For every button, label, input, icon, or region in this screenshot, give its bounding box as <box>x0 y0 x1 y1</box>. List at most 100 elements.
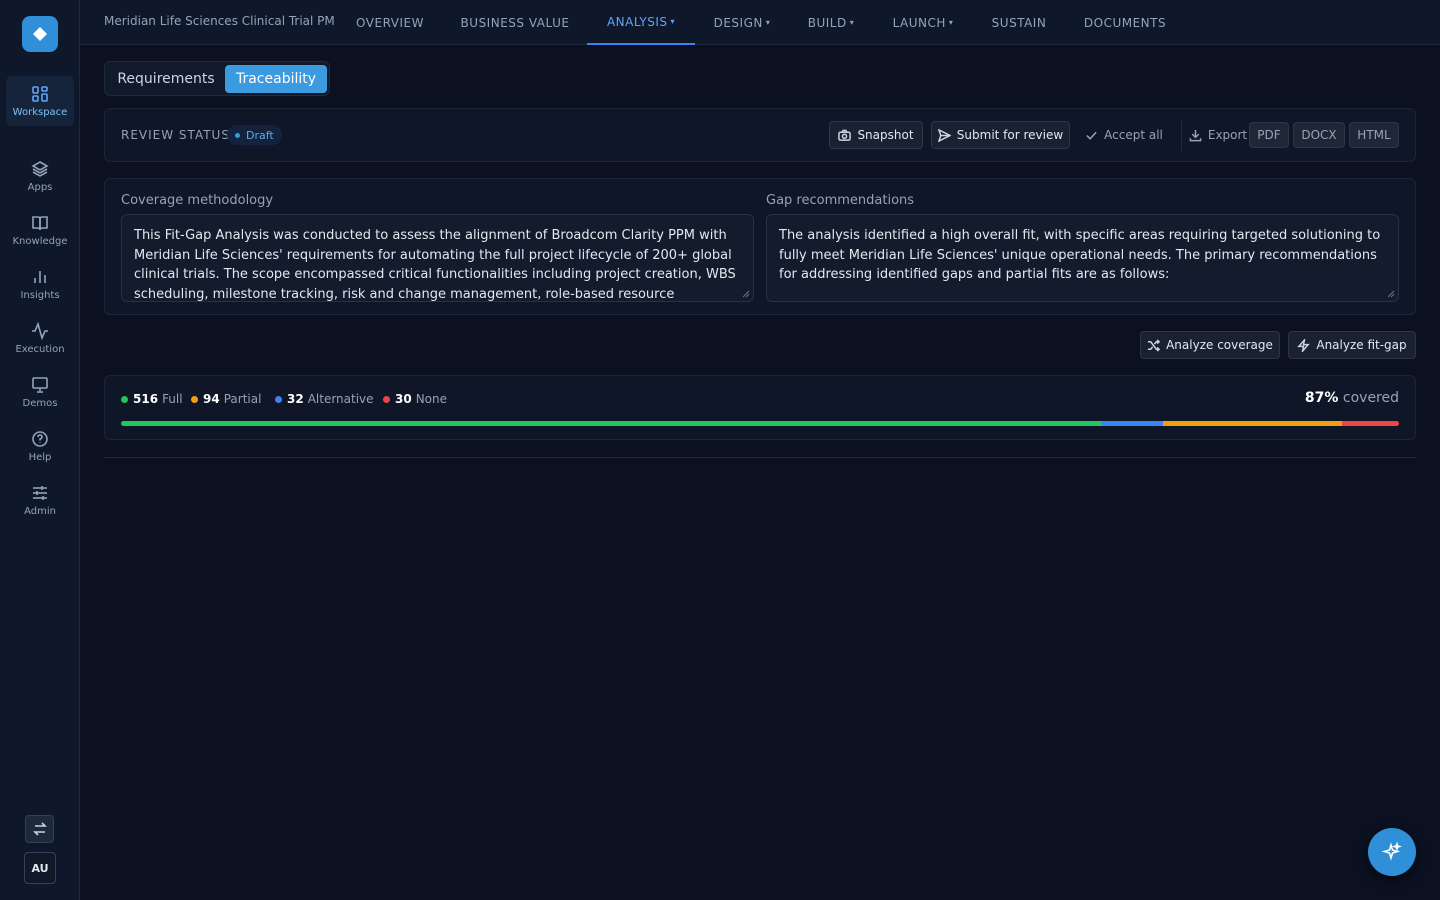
tab-sustain[interactable]: SUSTAIN <box>973 0 1065 45</box>
stat-partial: 94 Partial <box>191 392 261 406</box>
snapshot-button[interactable]: Snapshot <box>829 121 923 149</box>
recommendations-label: Gap recommendations <box>766 193 915 208</box>
export-button[interactable]: Export <box>1187 121 1249 149</box>
resize-handle-icon[interactable] <box>742 290 750 298</box>
tab-label: BUILD <box>807 15 847 30</box>
requirements-toggle[interactable]: Requirements <box>108 65 224 93</box>
presentation-icon <box>32 376 48 393</box>
export-docx-button[interactable]: DOCX <box>1293 122 1345 148</box>
accept-all-button[interactable]: Accept all <box>1079 121 1169 149</box>
send-icon <box>937 128 951 142</box>
stat-label: Full <box>162 392 183 406</box>
tab-label: BUSINESS VALUE <box>460 15 570 30</box>
check-icon <box>1086 131 1097 140</box>
stat-label: None <box>415 392 448 406</box>
section-divider <box>104 457 1416 458</box>
sidebar: Workspace Apps Knowledge Insights Execut… <box>0 0 80 900</box>
swap-arrows-icon <box>32 822 47 836</box>
review-status-label: REVIEW STATUS <box>121 128 230 142</box>
export-html-button[interactable]: HTML <box>1349 122 1399 148</box>
collapse-sidebar-button[interactable] <box>25 815 54 843</box>
traceability-toggle[interactable]: Traceability <box>225 65 327 93</box>
chevron-down-icon: ▾ <box>670 17 676 26</box>
export-pdf-button[interactable]: PDF <box>1249 122 1289 148</box>
methodology-text: This Fit-Gap Analysis was conducted to a… <box>134 228 736 302</box>
sidebar-item-help[interactable]: Help <box>6 421 74 471</box>
chevron-down-icon: ▾ <box>849 18 855 27</box>
sidebar-item-admin[interactable]: Admin <box>6 475 74 525</box>
tab-design[interactable]: DESIGN ▾ <box>695 0 789 45</box>
ai-assistant-button[interactable] <box>1368 828 1416 876</box>
recommendations-text: The analysis identified a high overall f… <box>779 228 1381 282</box>
stat-count: 516 <box>133 392 159 406</box>
sidebar-item-apps[interactable]: Apps <box>6 151 74 201</box>
sidebar-item-label: Insights <box>20 289 60 301</box>
tab-launch[interactable]: LAUNCH ▾ <box>873 0 973 45</box>
analyze-coverage-label: Analyze coverage <box>1166 338 1273 352</box>
submit-label: Submit for review <box>956 128 1064 142</box>
stat-label: Partial <box>223 392 262 406</box>
tab-business-value[interactable]: BUSINESS VALUE <box>443 0 587 45</box>
sidebar-item-label: Apps <box>27 181 53 193</box>
coverage-bar-segment-partial <box>1163 421 1342 426</box>
stat-label: Alternative <box>307 392 374 406</box>
tab-overview[interactable]: OVERVIEW <box>337 0 443 45</box>
tab-analysis[interactable]: ANALYSIS ▾ <box>587 0 695 45</box>
coverage-percent-label: covered <box>1342 390 1399 406</box>
layers-icon <box>31 160 49 177</box>
coverage-bar-segment-full <box>121 421 1103 426</box>
logo[interactable] <box>22 16 58 52</box>
status-badge: Draft <box>227 125 282 145</box>
sidebar-item-demos[interactable]: Demos <box>6 367 74 417</box>
status-badge-text: Draft <box>246 128 274 142</box>
recommendations-textarea[interactable]: The analysis identified a high overall f… <box>766 214 1399 302</box>
alternative-dot-icon <box>275 395 282 403</box>
sidebar-item-label: Demos <box>22 397 58 409</box>
analyze-coverage-button[interactable]: Analyze coverage <box>1140 331 1280 359</box>
activity-icon <box>32 321 48 340</box>
tab-label: SUSTAIN <box>991 15 1047 30</box>
sidebar-item-workspace[interactable]: Workspace <box>6 76 74 126</box>
divider <box>1181 119 1182 151</box>
sliders-icon <box>33 485 47 500</box>
sidebar-item-label: Help <box>28 451 52 463</box>
snapshot-label: Snapshot <box>857 128 914 142</box>
analyze-fitgap-button[interactable]: Analyze fit-gap <box>1288 331 1416 359</box>
tab-label: LAUNCH <box>892 15 946 30</box>
grid-icon <box>32 85 48 102</box>
chevron-down-icon: ▾ <box>948 18 954 27</box>
analyze-fitgap-label: Analyze fit-gap <box>1316 338 1407 352</box>
coverage-bar-segment-alternative <box>1102 421 1164 426</box>
export-label: Export <box>1207 128 1248 142</box>
chevron-down-icon: ▾ <box>765 18 771 27</box>
stat-full: 516 Full <box>121 392 183 406</box>
coverage-bar-segment-none <box>1341 421 1399 426</box>
coverage-summary: 516 Full 94 Partial 32 Alternative 30 No… <box>104 375 1416 440</box>
stat-alternative: 32 Alternative <box>275 392 374 406</box>
methodology-textarea[interactable]: This Fit-Gap Analysis was conducted to a… <box>121 214 754 302</box>
tab-label: ANALYSIS <box>606 14 668 29</box>
coverage-percent: 87% covered <box>1305 390 1399 406</box>
download-icon <box>1189 129 1202 141</box>
project-name: Meridian Life Sciences Clinical Trial PM <box>104 14 335 28</box>
sidebar-item-insights[interactable]: Insights <box>6 259 74 309</box>
sparkles-icon <box>1382 842 1402 861</box>
full-dot-icon <box>121 395 128 403</box>
review-status-bar: REVIEW STATUS Draft Snapshot Submit for … <box>104 108 1416 162</box>
avatar[interactable]: AU <box>24 852 56 884</box>
analysis-notes-panel: Coverage methodology This Fit-Gap Analys… <box>104 178 1416 315</box>
diamond-icon <box>33 27 47 41</box>
tab-documents[interactable]: DOCUMENTS <box>1065 0 1185 45</box>
sidebar-item-knowledge[interactable]: Knowledge <box>6 205 74 255</box>
resize-handle-icon[interactable] <box>1387 290 1395 298</box>
sidebar-item-label: Execution <box>15 343 65 355</box>
stat-none: 30 None <box>383 392 447 406</box>
sidebar-item-label: Workspace <box>12 106 68 118</box>
tab-label: OVERVIEW <box>356 15 424 30</box>
coverage-percent-value: 87% <box>1304 390 1339 406</box>
submit-for-review-button[interactable]: Submit for review <box>931 121 1070 149</box>
stat-count: 94 <box>203 392 220 406</box>
tab-build[interactable]: BUILD ▾ <box>789 0 873 45</box>
sidebar-item-execution[interactable]: Execution <box>6 313 74 363</box>
coverage-bar <box>121 421 1399 426</box>
